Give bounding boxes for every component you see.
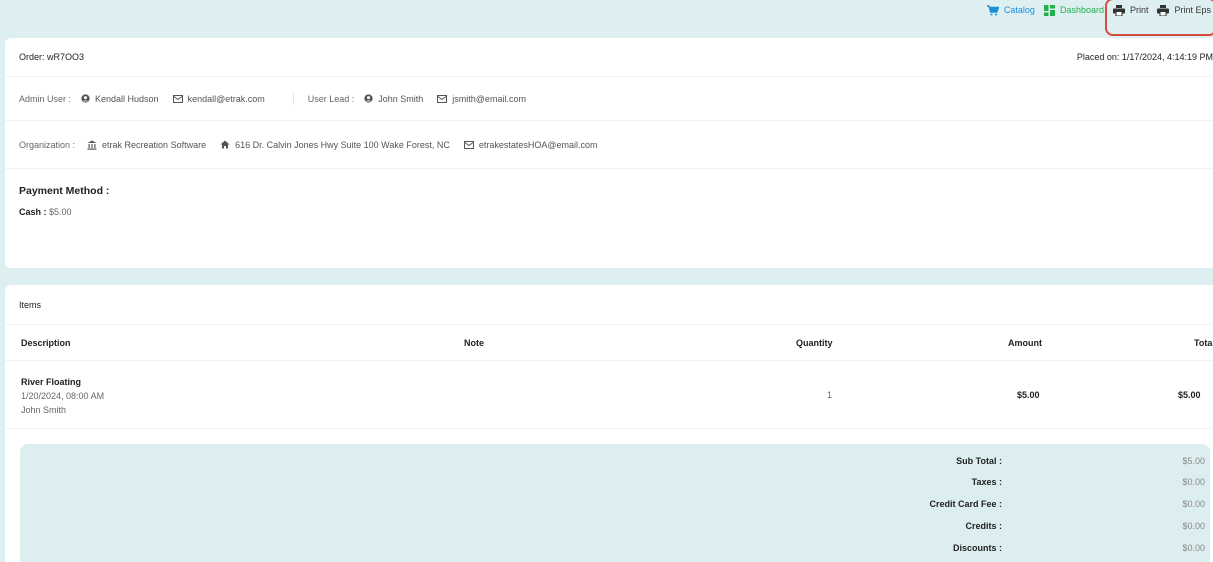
items-card: Items Description Note Quantity Amount T… [5, 285, 1213, 562]
discounts-value: $0.00 [1182, 543, 1205, 553]
items-table: Description Note Quantity Amount Total R… [5, 325, 1213, 429]
mail-icon [437, 94, 448, 103]
item-description: River Floating 1/20/2024, 08:00 AM John … [21, 375, 104, 417]
cart-icon [986, 4, 999, 16]
order-id: Order: wR7OO3 [19, 52, 85, 62]
catalog-label: Catalog [1003, 5, 1035, 15]
organization-email: etrakestatesHOA@email.com [463, 140, 598, 150]
discounts-label: Discounts : [952, 543, 1002, 553]
ccfee-line: Credit Card Fee : $0.00 [20, 499, 1210, 520]
organization-row: Organization : etrak Recreation Software… [5, 121, 1213, 169]
col-quantity: Quantity [796, 337, 833, 348]
payment-method-title: Payment Method : [19, 185, 110, 197]
payment-line: Cash : $5.00 [5, 197, 1213, 217]
lead-email: jsmith@email.com [437, 94, 526, 104]
subtotal-line: Sub Total : $5.00 [20, 456, 1210, 477]
print-eps-label: Print Eps [1174, 5, 1211, 15]
mail-icon [172, 94, 183, 103]
col-total: Total [1194, 337, 1213, 348]
credits-label: Credits : [965, 521, 1002, 531]
mail-icon [463, 140, 474, 149]
col-amount: Amount [1008, 337, 1042, 348]
item-amount: $5.00 [1017, 389, 1040, 400]
user-lead-label: User Lead : [307, 93, 355, 104]
lead-name: John Smith [364, 94, 423, 104]
taxes-line: Taxes : $0.00 [20, 477, 1210, 498]
dashboard-label: Dashboard [1059, 5, 1104, 15]
organization-label: Organization : [19, 139, 76, 150]
admin-email: kendall@etrak.com [172, 94, 265, 104]
organization-name: etrak Recreation Software [87, 140, 206, 150]
credits-line: Credits : $0.00 [20, 521, 1210, 542]
item-name: River Floating [21, 377, 82, 387]
subtotal-value: $5.00 [1182, 456, 1205, 466]
col-description: Description [21, 337, 71, 348]
admin-user-label: Admin User : [19, 93, 72, 104]
order-header: Order: wR7OO3 Placed on: 1/17/2024, 4:14… [5, 38, 1213, 77]
organization-address: 616 Dr. Calvin Jones Hwy Suite 100 Wake … [220, 140, 450, 150]
discounts-line: Discounts : $0.00 [20, 543, 1210, 562]
dashboard-icon [1043, 4, 1055, 16]
divider [292, 92, 294, 105]
order-summary: Sub Total : $5.00 Taxes : $0.00 Credit C… [20, 444, 1210, 562]
users-row: Admin User : Kendall Hudson kendall@etra… [5, 77, 1213, 121]
placed-on: Placed on: 1/17/2024, 4:14:19 PM [1076, 52, 1213, 62]
ccfee-value: $0.00 [1182, 499, 1205, 509]
admin-name: Kendall Hudson [81, 94, 159, 104]
payment-amount: $5.00 [49, 207, 72, 217]
table-header: Description Note Quantity Amount Total [5, 325, 1213, 361]
item-total: $5.00 [1178, 389, 1201, 400]
item-person: John Smith [21, 405, 67, 415]
top-actions: Catalog Dashboard Print Print Eps [986, 0, 1213, 36]
item-quantity: 1 [827, 389, 833, 400]
print-eps-button[interactable]: Print Eps [1157, 4, 1211, 16]
print-button[interactable]: Print [1112, 4, 1149, 16]
printer-icon [1112, 4, 1125, 16]
payment-method: Cash : [19, 207, 47, 217]
col-note: Note [464, 337, 484, 348]
order-details-card: Order: wR7OO3 Placed on: 1/17/2024, 4:14… [5, 38, 1213, 268]
table-row: River Floating 1/20/2024, 08:00 AM John … [5, 361, 1213, 429]
credits-value: $0.00 [1182, 521, 1205, 531]
taxes-label: Taxes : [971, 477, 1002, 487]
catalog-link[interactable]: Catalog [986, 4, 1035, 16]
item-datetime: 1/20/2024, 08:00 AM [21, 391, 105, 401]
items-title: Items [5, 285, 1213, 325]
print-label: Print [1129, 5, 1149, 15]
dashboard-link[interactable]: Dashboard [1043, 4, 1104, 16]
user-circle-icon [364, 94, 373, 103]
home-icon [220, 140, 230, 149]
user-circle-icon [81, 94, 90, 103]
ccfee-label: Credit Card Fee : [929, 499, 1002, 509]
taxes-value: $0.00 [1182, 477, 1205, 487]
subtotal-label: Sub Total : [956, 456, 1002, 466]
bank-icon [87, 140, 97, 150]
printer-icon [1157, 4, 1170, 16]
